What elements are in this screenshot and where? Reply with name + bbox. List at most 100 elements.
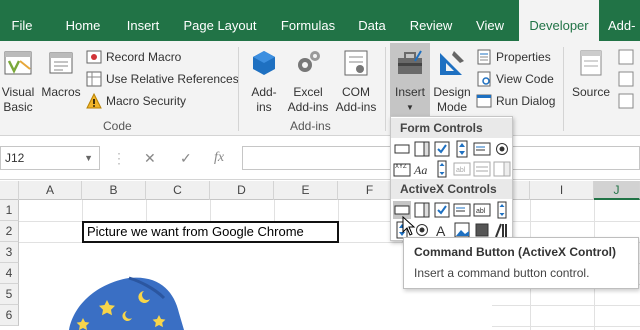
column-header-a[interactable]: A — [19, 181, 82, 200]
svg-text:abl: abl — [456, 167, 466, 174]
tooltip-title: Command Button (ActiveX Control) — [414, 245, 616, 259]
excel-add-ins-button[interactable]: Excel Add-ins — [286, 47, 330, 115]
ribbon-separator — [385, 47, 386, 131]
insert-function-icon[interactable]: fx — [214, 146, 224, 170]
chevron-down-icon[interactable]: ▼ — [84, 147, 93, 169]
column-header-e[interactable]: E — [274, 181, 338, 200]
form-option-button-icon[interactable] — [493, 140, 511, 158]
column-header-c[interactable]: C — [146, 181, 210, 200]
insert-controls-button[interactable]: Insert ▼ — [390, 43, 430, 117]
cancel-icon[interactable]: ✕ — [144, 146, 156, 170]
relative-references-icon — [86, 71, 102, 87]
activex-text-box-icon[interactable]: abl — [473, 201, 491, 219]
view-code-icon — [477, 71, 491, 87]
properties-label: Properties — [496, 50, 551, 64]
tab-view[interactable]: View — [466, 0, 514, 41]
form-list-box-icon[interactable] — [473, 140, 491, 158]
expansion-packs-icon — [618, 71, 634, 87]
design-mode-icon — [440, 51, 464, 75]
tab-developer[interactable]: Developer — [519, 0, 599, 41]
name-box-value: J12 — [5, 151, 25, 165]
com-add-ins-button[interactable]: COM Add-ins — [334, 47, 378, 115]
name-box[interactable]: J12 ▼ — [0, 146, 100, 170]
view-code-label: View Code — [496, 72, 554, 86]
form-checkbox-icon[interactable] — [433, 140, 451, 158]
visual-basic-label: Visual Basic — [1, 85, 35, 114]
tab-page-layout[interactable]: Page Layout — [178, 0, 262, 41]
select-all-corner[interactable] — [0, 181, 19, 200]
form-scroll-bar-icon[interactable] — [433, 160, 451, 178]
record-macro-icon — [86, 50, 102, 64]
row-header-2[interactable]: 2 — [0, 221, 19, 242]
source-icon — [580, 50, 602, 76]
ribbon-separator — [563, 47, 564, 131]
column-header-i[interactable]: I — [530, 181, 594, 200]
activex-scroll-bar-icon[interactable] — [493, 201, 511, 219]
com-add-ins-icon — [344, 50, 368, 76]
com-add-ins-label: COM Add-ins — [335, 85, 377, 114]
add-ins-label: Add- ins — [251, 85, 277, 114]
code-group-label: Code — [103, 119, 132, 133]
chevron-down-icon: ▼ — [406, 103, 414, 112]
form-combo-list-icon[interactable] — [473, 160, 491, 178]
properties-icon — [477, 49, 491, 65]
ribbon: Visual Basic Macros Record Macro Use Rel… — [0, 41, 640, 136]
tab-file[interactable]: File — [0, 0, 44, 41]
svg-text:XYZ: XYZ — [395, 164, 407, 170]
more-options-icon[interactable]: ⋮ — [112, 146, 126, 170]
column-header-d[interactable]: D — [210, 181, 274, 200]
form-text-field-icon[interactable]: abl — [453, 160, 471, 178]
tab-addins[interactable]: Add- — [608, 0, 640, 41]
command-button-tooltip: Command Button (ActiveX Control) Insert … — [403, 237, 639, 289]
macros-button[interactable]: Macros — [40, 47, 82, 100]
tab-review[interactable]: Review — [404, 0, 458, 41]
form-controls-header: Form Controls — [391, 118, 512, 138]
design-mode-button[interactable]: Design Mode — [432, 47, 472, 115]
form-label-icon[interactable]: Aa — [413, 160, 431, 178]
form-combo-dropdown-icon[interactable] — [493, 160, 511, 178]
macro-security-label: Macro Security — [106, 94, 187, 108]
xml-refresh-data-button[interactable] — [618, 91, 640, 111]
row-header-5[interactable]: 5 — [0, 284, 19, 305]
column-header-b[interactable]: B — [82, 181, 146, 200]
add-ins-icon — [253, 51, 275, 75]
run-dialog-icon — [476, 94, 492, 108]
visual-basic-button[interactable]: Visual Basic — [0, 47, 36, 115]
xml-expansion-packs-button[interactable] — [618, 69, 640, 89]
tab-home[interactable]: Home — [54, 0, 112, 41]
toolbox-icon — [398, 50, 422, 74]
form-spin-button-icon[interactable] — [453, 140, 471, 158]
design-mode-label: Design Mode — [433, 85, 471, 114]
row-header-3[interactable]: 3 — [0, 242, 19, 263]
form-combo-box-icon[interactable] — [413, 140, 431, 158]
map-properties-icon — [618, 49, 634, 65]
ribbon-separator — [238, 47, 239, 131]
source-button[interactable]: Source — [569, 47, 613, 100]
form-button-icon[interactable] — [393, 140, 411, 158]
tab-insert[interactable]: Insert — [116, 0, 170, 41]
activex-checkbox-icon[interactable] — [433, 201, 451, 219]
relative-references-label: Use Relative References — [106, 72, 239, 86]
record-macro-label: Record Macro — [106, 50, 182, 64]
macros-icon — [49, 52, 73, 74]
column-header-j[interactable]: J — [594, 181, 640, 200]
activex-controls-header: ActiveX Controls — [391, 179, 512, 199]
source-label: Source — [571, 85, 611, 99]
row-header-4[interactable]: 4 — [0, 263, 19, 284]
row-header-6[interactable]: 6 — [0, 305, 19, 326]
ribbon-tab-bar: File Home Insert Page Layout Formulas Da… — [0, 0, 640, 41]
activex-list-box-icon[interactable] — [453, 201, 471, 219]
warning-icon — [86, 93, 102, 109]
tooltip-description: Insert a command button control. — [414, 266, 590, 280]
cell-b2[interactable]: Picture we want from Google Chrome — [82, 221, 339, 243]
tab-data[interactable]: Data — [350, 0, 394, 41]
tab-formulas[interactable]: Formulas — [272, 0, 344, 41]
visual-basic-icon — [4, 51, 32, 75]
enter-icon[interactable]: ✓ — [180, 146, 192, 170]
add-ins-group-label: Add-ins — [290, 119, 331, 133]
xml-map-properties-button[interactable] — [618, 47, 640, 67]
add-ins-button[interactable]: Add- ins — [246, 47, 282, 115]
row-header-1[interactable]: 1 — [0, 200, 19, 221]
gear-icon — [298, 51, 320, 72]
form-group-box-icon[interactable]: XYZ — [393, 160, 411, 178]
